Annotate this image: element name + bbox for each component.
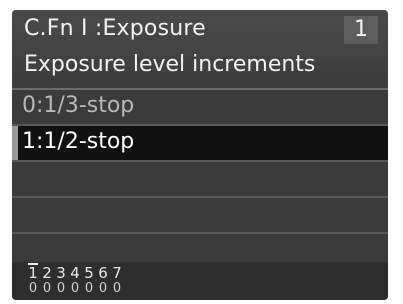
- function-slot-6: 6 0: [98, 264, 108, 297]
- function-status-bar: 1 0 2 0 3 0 4 0 5 0 6 0 7 0: [12, 262, 388, 300]
- function-slot-3: 3 0: [56, 264, 66, 297]
- function-slot-2: 2 0: [42, 264, 52, 297]
- function-digits: 1 0 2 0 3 0 4 0 5 0 6 0 7 0: [26, 263, 124, 297]
- option-label: 1:1/2-stop: [22, 129, 135, 154]
- custom-function-panel: C.Fn I :Exposure 1 Exposure level increm…: [12, 10, 388, 300]
- function-slot-5: 5 0: [84, 264, 94, 297]
- option-item-0[interactable]: 0:1/3-stop: [12, 90, 388, 126]
- function-name: Exposure level increments: [24, 52, 316, 77]
- option-item-1-selected[interactable]: 1:1/2-stop: [12, 126, 388, 162]
- empty-row: [12, 198, 388, 234]
- menu-header: C.Fn I :Exposure 1 Exposure level increm…: [12, 10, 388, 90]
- empty-row: [12, 162, 388, 198]
- option-label: 0:1/3-stop: [22, 93, 135, 118]
- camera-screen: C.Fn I :Exposure 1 Exposure level increm…: [0, 0, 403, 304]
- function-slot-4: 4 0: [70, 264, 80, 297]
- page-number-badge: 1: [344, 16, 378, 44]
- menu-title: C.Fn I :Exposure: [24, 16, 206, 41]
- function-slot-1: 1 0: [26, 263, 40, 296]
- function-slot-7: 7 0: [112, 264, 122, 297]
